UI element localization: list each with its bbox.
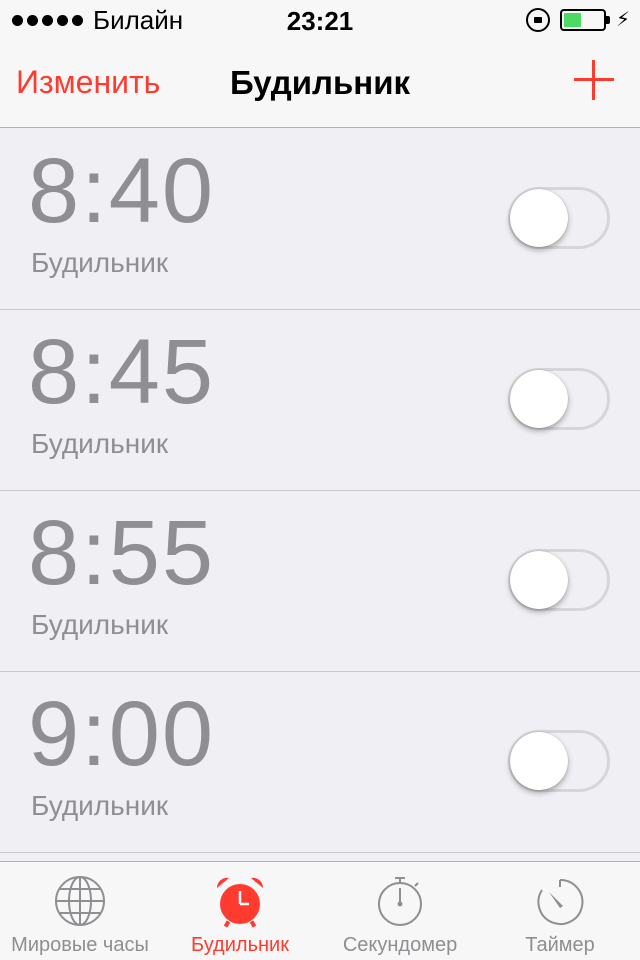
alarm-toggle[interactable] — [508, 549, 610, 611]
alarm-row[interactable]: 8:45 Будильник — [0, 310, 640, 491]
tab-timer[interactable]: Таймер — [480, 862, 640, 960]
tab-label: Секундомер — [342, 934, 458, 956]
alarm-time: 8:55 — [28, 502, 216, 604]
alarm-row[interactable]: 8:40 Будильник — [0, 129, 640, 310]
alarm-list: 8:40 Будильник 8:45 Будильник 8:55 Будильник 9… — [0, 129, 640, 853]
status-bar: Билайн 23:21 ⚡ — [0, 0, 640, 40]
alarm-time: 9:00 — [28, 683, 216, 785]
alarm-label: Будильник — [31, 247, 169, 278]
alarm-label: Будильник — [31, 428, 169, 459]
alarm-label: Будильник — [31, 790, 169, 821]
clock-app-screen: Билайн 23:21 ⚡ Изменить Будильник 8:40 Бу… — [0, 0, 640, 960]
tab-label: Будильник — [191, 934, 289, 956]
alarm-row[interactable]: 9:00 Будильник — [0, 672, 640, 853]
alarm-clock-icon — [213, 874, 267, 928]
stopwatch-icon — [373, 874, 427, 928]
add-alarm-button[interactable] — [574, 60, 614, 100]
status-right-group: ⚡ — [525, 8, 630, 32]
alarm-row[interactable]: 8:55 Будильник — [0, 491, 640, 672]
tab-label: Таймер — [525, 934, 595, 956]
battery-icon — [559, 9, 610, 31]
toggle-knob — [510, 732, 568, 790]
toggle-knob — [510, 370, 568, 428]
timer-icon — [533, 874, 587, 928]
globe-icon — [53, 874, 107, 928]
alarm-label: Будильник — [31, 609, 169, 640]
page-title: Будильник — [229, 64, 411, 101]
alarm-toggle[interactable] — [508, 730, 610, 792]
battery-level — [563, 13, 582, 27]
alarm-time: 8:40 — [28, 140, 216, 242]
toggle-knob — [510, 551, 568, 609]
alarm-toggle[interactable] — [508, 187, 610, 249]
tab-label: Мировые часы — [11, 934, 149, 956]
tab-alarm-clock[interactable]: Будильник — [160, 862, 320, 960]
alarm-toggle[interactable] — [508, 368, 610, 430]
tab-globe[interactable]: Мировые часы — [0, 862, 160, 960]
alarm-time: 8:45 — [28, 321, 216, 423]
tab-stopwatch[interactable]: Секундомер — [320, 862, 480, 960]
toggle-knob — [510, 189, 568, 247]
tab-bar: Мировые часы Будильник Секундомер Таймер — [0, 861, 640, 960]
rotation-lock-icon — [525, 8, 550, 32]
charging-bolt-icon: ⚡ — [615, 9, 630, 31]
navigation-bar: Изменить Будильник — [0, 40, 640, 128]
